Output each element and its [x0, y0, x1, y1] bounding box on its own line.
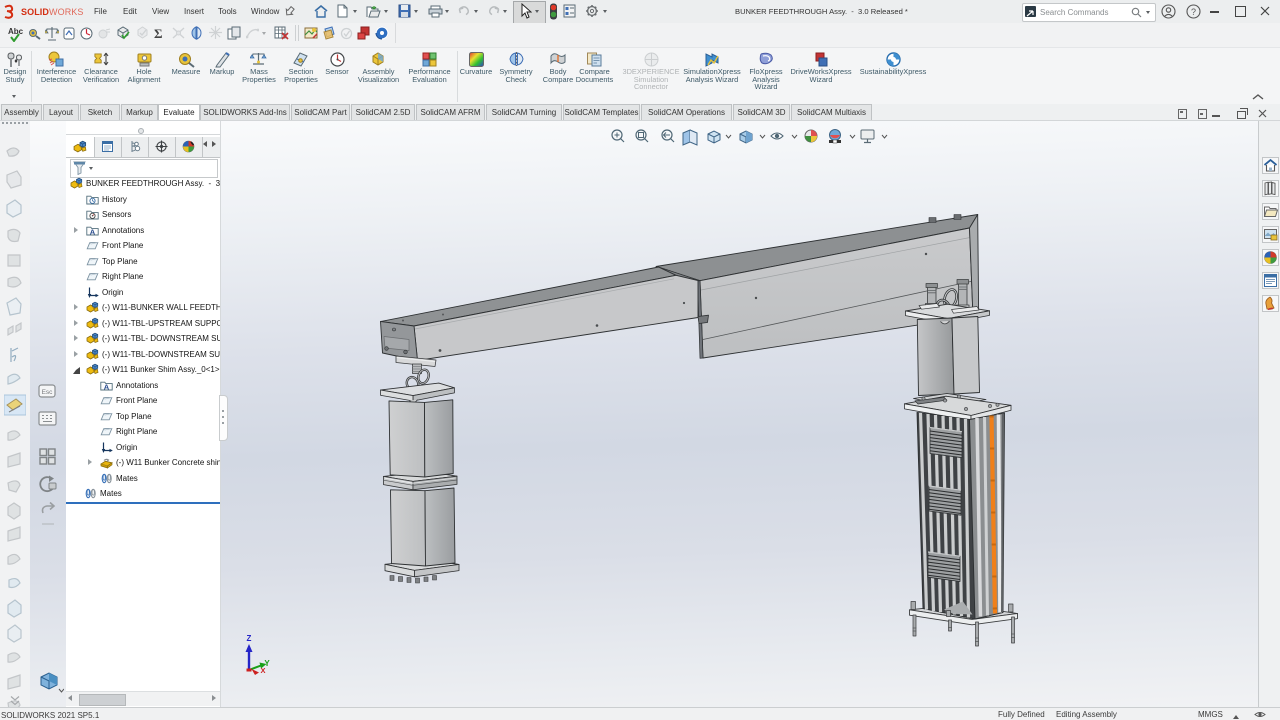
svg-text:Esc: Esc: [42, 389, 54, 396]
svg-text:Z: Z: [247, 634, 252, 643]
svg-text:X: X: [260, 666, 265, 675]
svg-text:?: ?: [1191, 7, 1196, 17]
